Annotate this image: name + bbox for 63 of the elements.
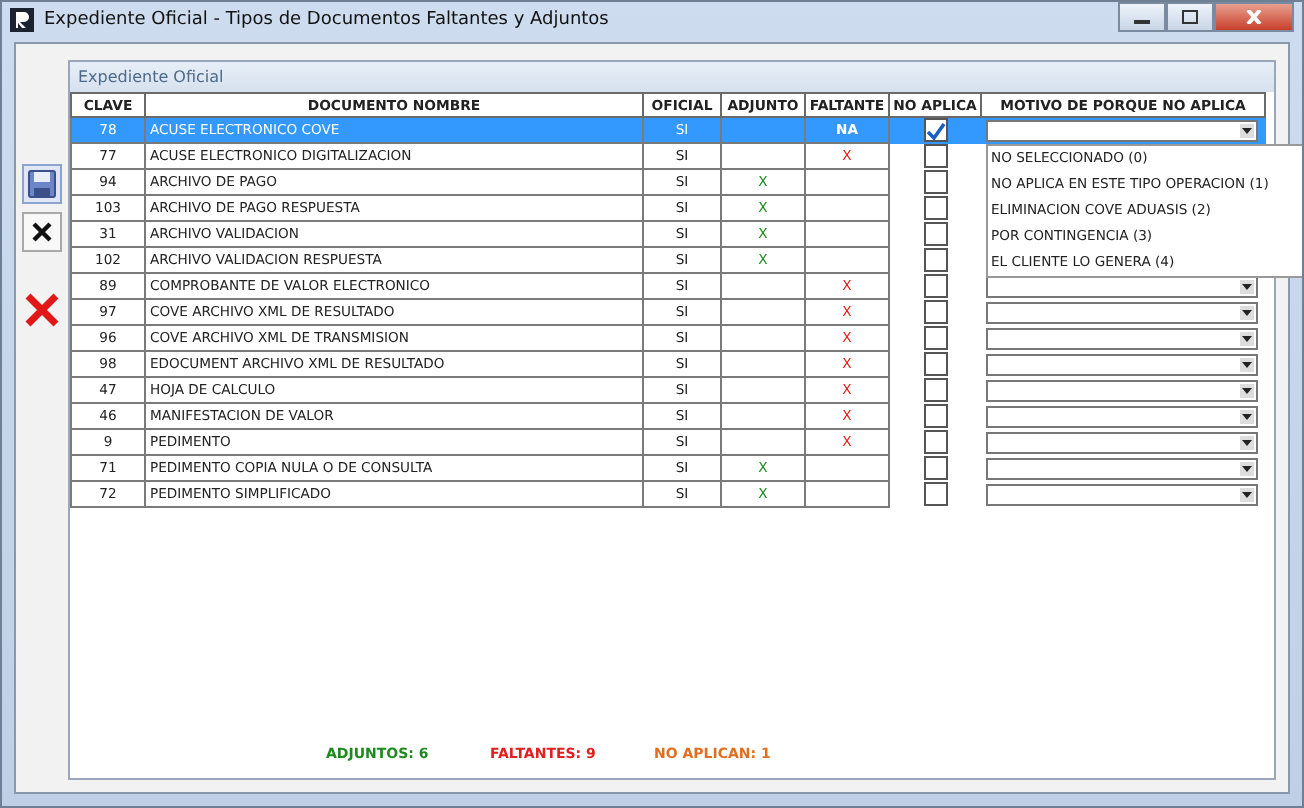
table-cell <box>721 403 805 429</box>
dropdown-arrow-icon <box>1239 461 1253 475</box>
table-cell <box>721 299 805 325</box>
table-cell <box>805 169 889 195</box>
table-cell <box>721 429 805 455</box>
checkbox[interactable] <box>923 430 948 454</box>
reason-dropdown[interactable] <box>985 379 1257 401</box>
delete-button[interactable] <box>20 288 64 332</box>
reason-dropdown[interactable] <box>985 119 1257 142</box>
maximize-icon <box>1182 10 1198 24</box>
checkbox[interactable] <box>923 196 948 220</box>
reason-dropdown[interactable] <box>985 353 1257 375</box>
window-title: Expediente Oficial - Tipos de Documentos Faltantes y Adjuntos <box>44 10 611 30</box>
group-title: Expediente Oficial <box>70 62 1274 92</box>
checkbox[interactable] <box>923 352 948 376</box>
checkbox[interactable] <box>923 404 948 428</box>
reason-dropdown[interactable] <box>985 301 1257 323</box>
checkbox[interactable] <box>923 300 948 324</box>
reason-dropdown[interactable] <box>985 431 1257 453</box>
save-button[interactable] <box>22 164 62 204</box>
table-cell <box>805 247 889 273</box>
dropdown-arrow-icon <box>1239 435 1253 449</box>
checkbox[interactable] <box>923 248 948 272</box>
table-cell <box>721 351 805 377</box>
table-cell <box>805 195 889 221</box>
table-cell <box>805 455 889 481</box>
checkbox[interactable] <box>923 378 948 402</box>
dropdown-arrow-icon <box>1239 331 1253 345</box>
table-cell <box>721 143 805 169</box>
checkbox[interactable] <box>923 482 948 506</box>
checkmark-icon <box>925 121 946 140</box>
dropdown-arrow-icon <box>1239 279 1253 293</box>
table-cell <box>721 273 805 299</box>
dropdown-arrow-icon <box>1239 305 1253 319</box>
dropdown-arrow-icon <box>1239 383 1253 397</box>
close-button[interactable] <box>1214 2 1294 32</box>
table-cell <box>721 377 805 403</box>
dropdown-arrow-icon <box>1239 357 1253 371</box>
minimize-button[interactable] <box>1118 2 1166 32</box>
delete-icon <box>24 292 60 328</box>
checkbox[interactable] <box>923 456 948 480</box>
table-cell <box>721 325 805 351</box>
maximize-button[interactable] <box>1166 2 1214 32</box>
checkbox[interactable] <box>923 222 948 246</box>
table-cell <box>805 221 889 247</box>
cancel-button[interactable] <box>22 212 62 252</box>
dropdown-arrow-icon <box>1239 409 1253 423</box>
table-cell <box>805 481 889 507</box>
reason-dropdown[interactable] <box>985 327 1257 349</box>
close-icon <box>1246 10 1262 24</box>
checkbox[interactable] <box>923 170 948 194</box>
dropdown-arrow-icon <box>1239 123 1253 138</box>
checkbox[interactable] <box>923 118 948 143</box>
checkbox[interactable] <box>923 144 948 168</box>
table-cell <box>721 117 805 143</box>
reason-dropdown[interactable] <box>985 457 1257 479</box>
app-icon <box>10 8 34 32</box>
reason-dropdown[interactable] <box>985 483 1257 505</box>
checkbox[interactable] <box>923 274 948 298</box>
close-icon <box>32 222 52 242</box>
reason-dropdown[interactable] <box>985 405 1257 427</box>
dropdown-arrow-icon <box>1239 487 1253 501</box>
checkbox[interactable] <box>923 326 948 350</box>
